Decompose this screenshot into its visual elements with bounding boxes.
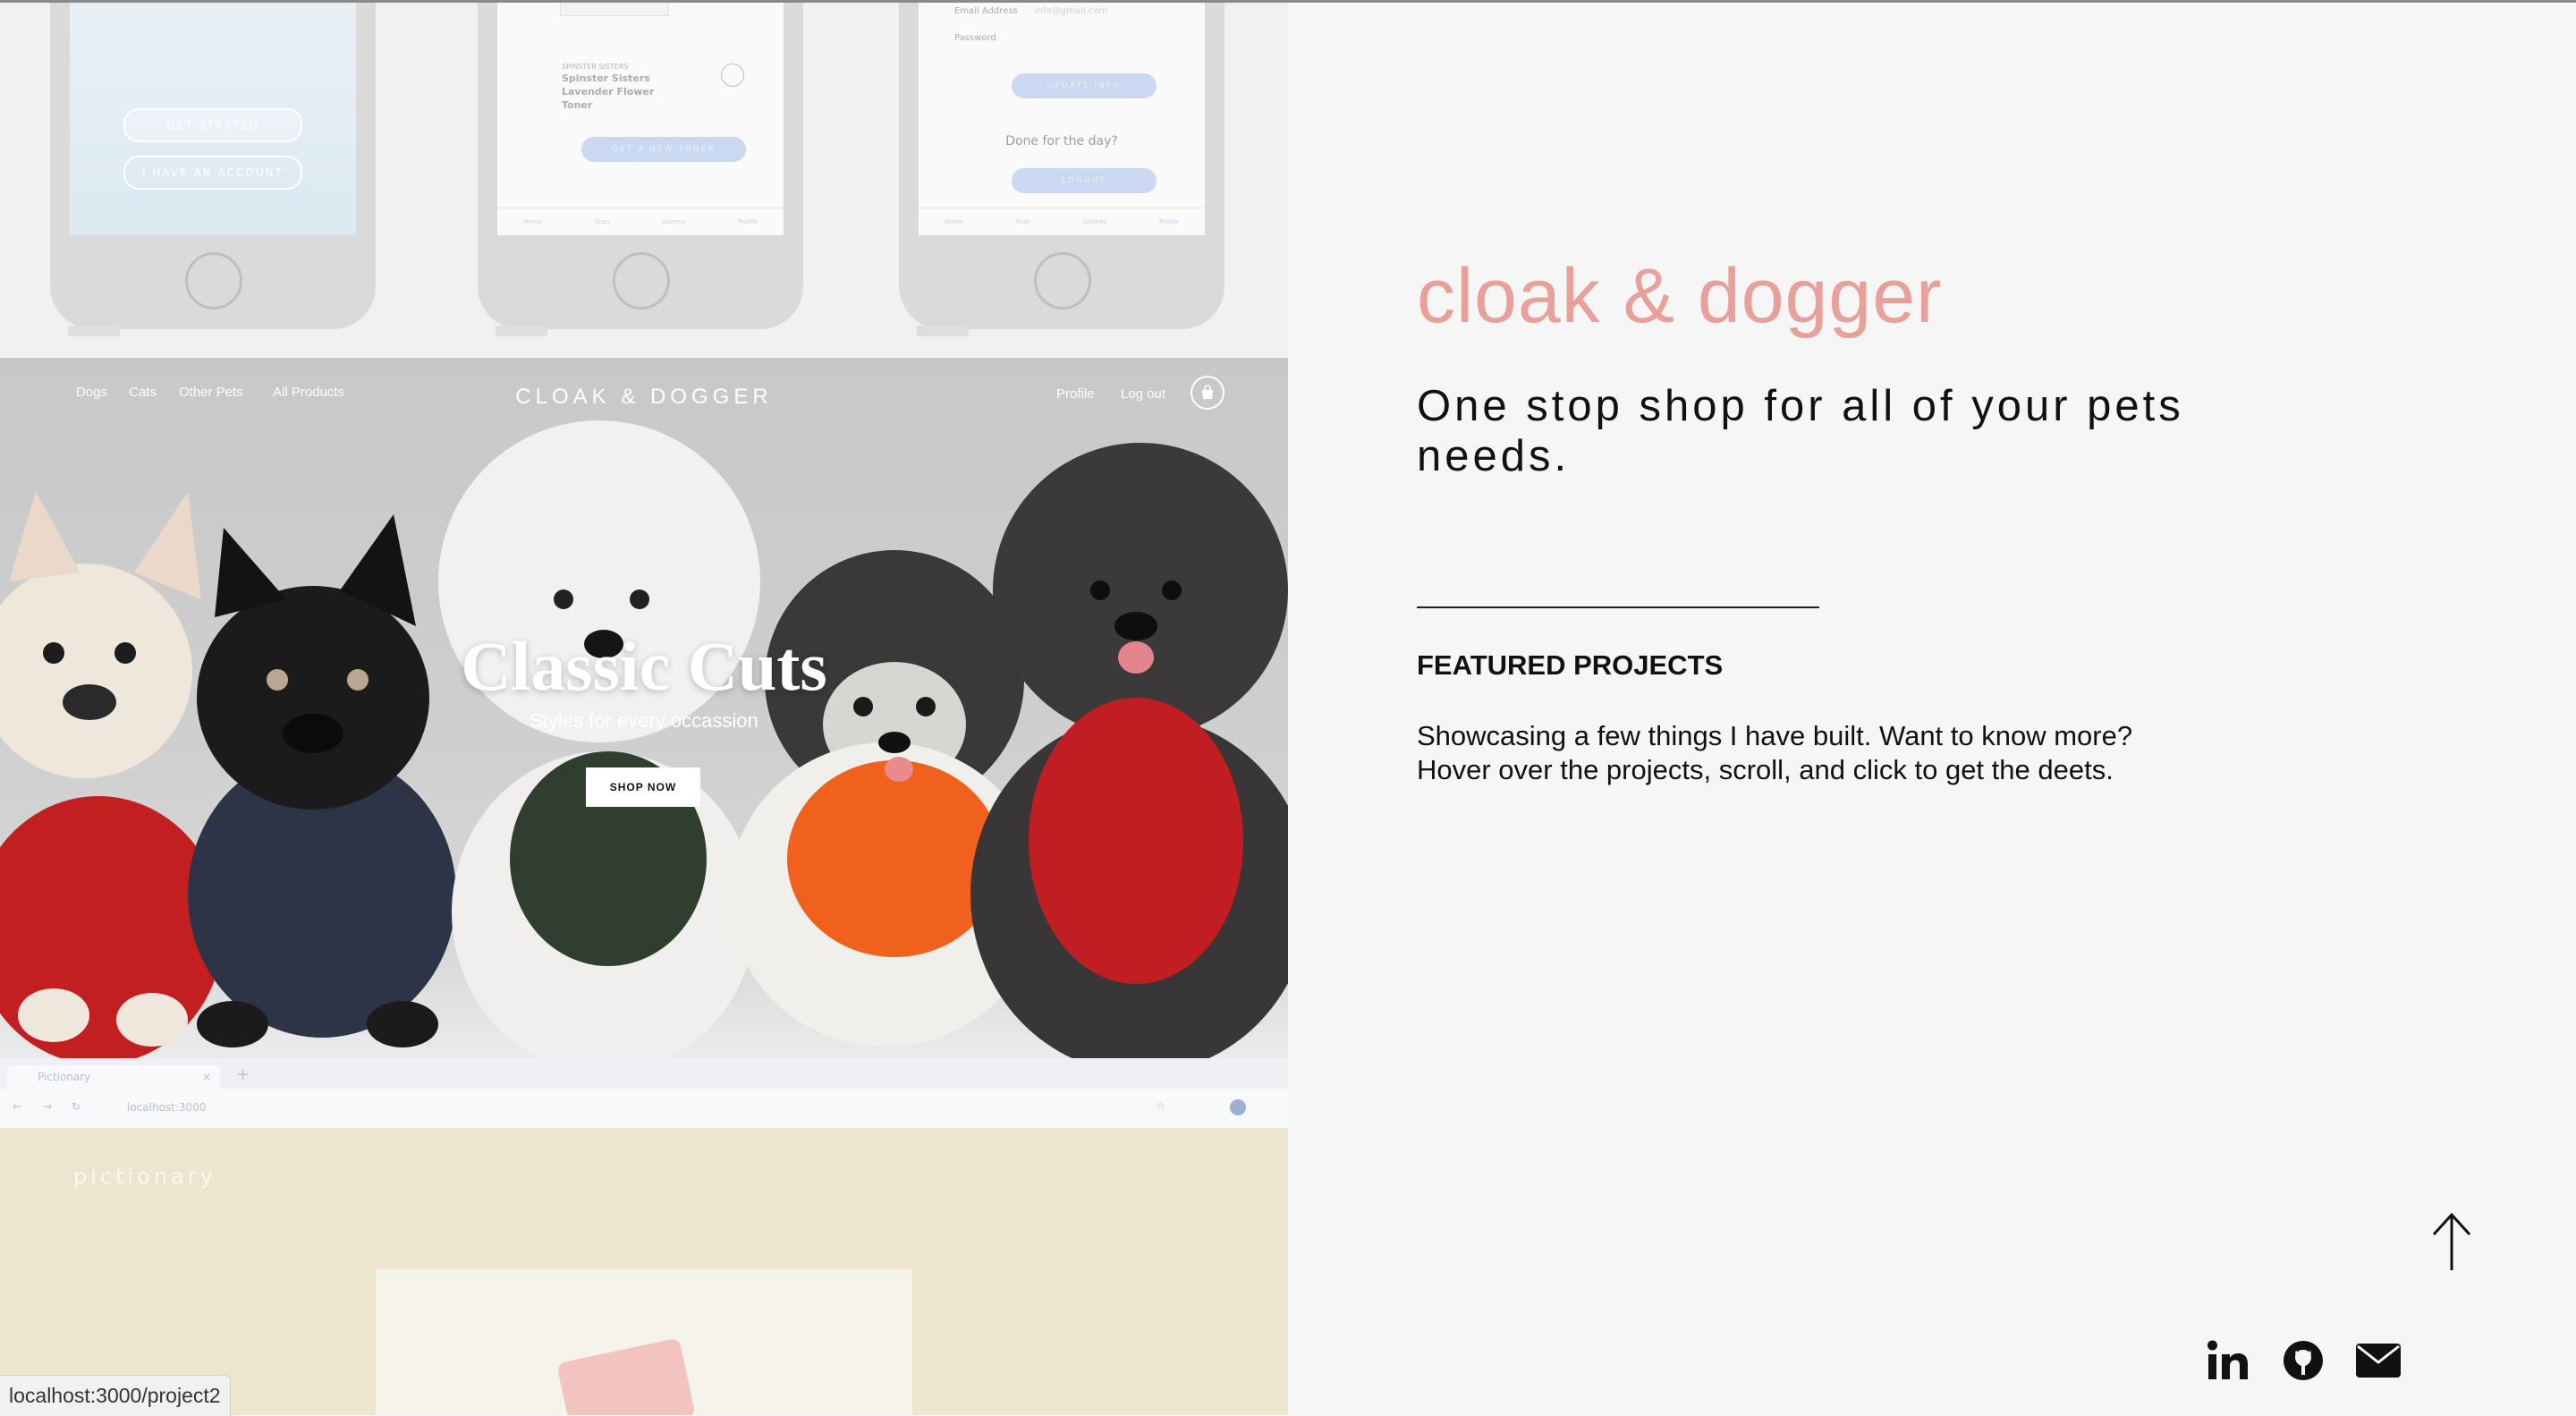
reload-icon: ↻ [72,1100,81,1113]
tab-home: Home [523,218,542,225]
phone-tab-bar: Home Scan Journey Profile [497,208,784,235]
product-image [560,3,669,16]
mail-icon[interactable] [2354,1336,2402,1385]
phone-tab-bar: Home Scan Journey Profile [919,208,1205,235]
status-bar-url: localhost:3000/project2 [0,1375,231,1416]
shop-now-button[interactable]: SHOP NOW [586,767,700,807]
featured-projects-heading: FEATURED PROJECTS [1417,649,1724,681]
browser-tab-strip: Pictionary × + [0,1058,1288,1089]
project-tagline: One stop shop for all of your pets needs… [1417,382,2184,480]
phone-home-button [185,252,242,309]
new-tab-icon: + [236,1065,250,1084]
password-label: Password [954,33,996,43]
tab-home: Home [945,218,963,225]
phone-mockup-onboarding: GET STARTED I HAVE AN ACCOUNT [50,3,376,336]
nav-logout[interactable]: Log out [1121,386,1165,402]
phone-screen: Email Address info@gmail.com Password UP… [919,3,1205,235]
tab-journey: Journey [1082,218,1107,225]
tab-title: Pictionary [38,1071,91,1083]
phone-home-button [1034,252,1091,309]
project-title: cloak & dogger [1417,253,1943,339]
forward-icon: → [43,1100,53,1113]
update-info-button: UPDATE INFO [1012,73,1157,98]
hero-title: Classic Cuts [461,627,827,705]
chevron-right-icon [721,64,744,87]
url-text: localhost:3000 [127,1101,207,1114]
mockup-tag [68,326,120,336]
close-icon: × [201,1071,211,1083]
tab-profile: Profile [737,218,758,225]
phone-screen: GET STARTED I HAVE AN ACCOUNT [70,3,356,235]
pictionary-page: pictionary [0,1128,1288,1415]
project-gallery[interactable]: GET STARTED I HAVE AN ACCOUNT SPINSTER S… [0,3,1288,1415]
featured-projects-description: Showcasing a few things I have built. Wa… [1417,720,2133,785]
project-screenshot-pictionary[interactable]: Pictionary × + ← → ↻ localhost:3000 ☆ pi… [0,1058,1288,1415]
get-started-button: GET STARTED [123,108,302,142]
logout-button: LOGOUT [1012,168,1157,193]
drawing-icon [556,1337,696,1415]
email-label: Email Address [954,6,1018,16]
phone-mockup-profile: Email Address info@gmail.com Password UP… [899,3,1224,336]
star-icon: ☆ [1156,1099,1165,1112]
mockup-tag [496,326,547,336]
new-toner-button: GET A NEW TONER [581,137,746,162]
project-screenshot-cloak-and-dogger[interactable]: Dogs Cats Other Pets All Products CLOAK … [0,358,1288,1058]
tab-profile: Profile [1158,218,1179,225]
nav-profile[interactable]: Profile [1056,386,1095,402]
hero-dogs-image [0,420,1288,1058]
tab-scan: Scan [1015,218,1031,225]
tab-scan: Scan [594,218,610,225]
store-brand[interactable]: CLOAK & DOGGER [0,385,1288,410]
pictionary-card [376,1269,912,1415]
github-icon[interactable] [2279,1336,2327,1385]
hero-subtitle: Styles for every occassion [530,709,758,732]
arrow-up-icon[interactable] [2427,1211,2477,1274]
back-icon: ← [13,1100,22,1113]
mockup-tag [917,326,969,336]
browser-tab: Pictionary × [7,1065,220,1089]
done-text: Done for the day? [1005,134,1118,148]
linkedin-icon[interactable] [2204,1336,2252,1385]
section-divider [1417,606,1819,608]
have-account-button: I HAVE AN ACCOUNT [123,156,302,190]
tab-journey: Journey [661,218,686,225]
phone-screen: SPINSTER SISTERS Spinster Sisters Lavend… [497,3,784,235]
email-field: info@gmail.com [1035,6,1108,16]
phone-mockups-project[interactable]: GET STARTED I HAVE AN ACCOUNT SPINSTER S… [0,3,1288,357]
phone-home-button [613,252,670,309]
pictionary-logo: pictionary [73,1164,216,1189]
browser-address-bar: ← → ↻ localhost:3000 ☆ [0,1089,1288,1128]
phone-mockup-product: SPINSTER SISTERS Spinster Sisters Lavend… [478,3,803,336]
product-name: Spinster Sisters Lavender Flower Toner [562,72,655,111]
avatar [1230,1099,1246,1115]
shopping-bag-icon[interactable] [1191,376,1224,410]
